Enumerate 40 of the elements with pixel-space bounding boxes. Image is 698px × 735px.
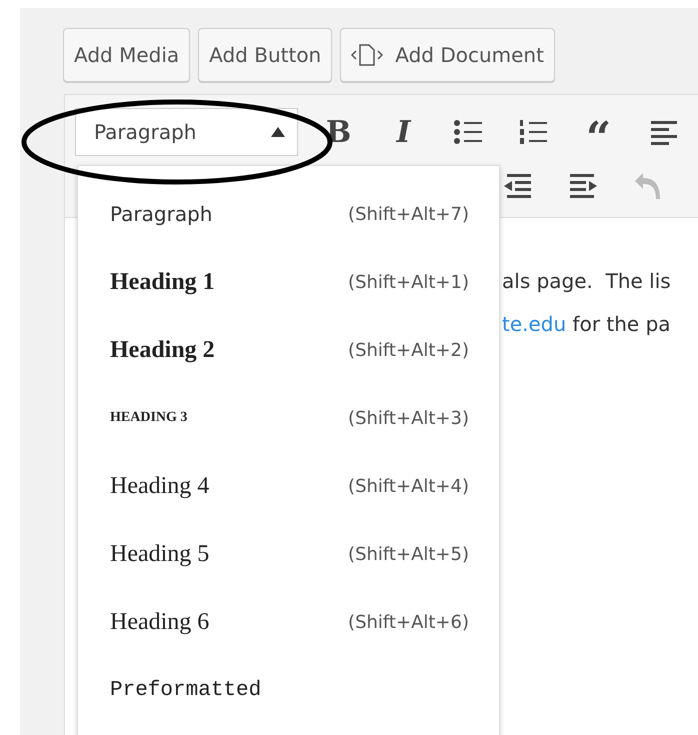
format-option[interactable]: Heading 4 (Shift+Alt+4) bbox=[78, 452, 499, 520]
outdent-icon bbox=[502, 173, 532, 199]
shortcut-hint: (Shift+Alt+7) bbox=[348, 204, 469, 224]
format-option[interactable]: Paragraph (Shift+Alt+7) bbox=[78, 180, 499, 248]
bullet-list-icon bbox=[454, 119, 484, 145]
option-label: Heading 5 bbox=[110, 540, 210, 568]
media-button[interactable]: Add Media bbox=[63, 28, 190, 82]
option-label: Preformatted bbox=[110, 678, 262, 702]
text-link[interactable]: te.edu bbox=[502, 312, 566, 336]
option-label: Heading 1 bbox=[110, 268, 215, 296]
format-option[interactable]: Preformatted bbox=[78, 656, 499, 724]
body-text: for the pa bbox=[572, 312, 671, 336]
caret-icon bbox=[271, 127, 285, 137]
indent-icon bbox=[568, 173, 598, 199]
option-label: Heading 6 bbox=[110, 608, 210, 636]
format-option[interactable]: Heading 6 (Shift+Alt+6) bbox=[78, 588, 499, 656]
media-button[interactable]: Add Button bbox=[198, 28, 332, 82]
option-label: Heading 2 bbox=[110, 336, 215, 364]
media-button[interactable]: Add Document bbox=[340, 28, 555, 82]
align-left-icon bbox=[648, 119, 678, 145]
shortcut-hint: (Shift+Alt+5) bbox=[348, 544, 469, 564]
shortcut-hint: (Shift+Alt+6) bbox=[348, 612, 469, 632]
italic-button[interactable]: I bbox=[371, 112, 436, 152]
shortcut-hint: (Shift+Alt+3) bbox=[348, 408, 469, 428]
body-text: als page. The lis bbox=[502, 269, 671, 293]
format-option[interactable]: Heading 1 (Shift+Alt+1) bbox=[78, 248, 499, 316]
quote-button[interactable]: “ bbox=[566, 112, 631, 152]
document-icon bbox=[351, 43, 384, 67]
format-option[interactable]: Heading 2 (Shift+Alt+2) bbox=[78, 316, 499, 384]
option-label: HEADING 3 bbox=[110, 410, 188, 426]
format-select[interactable]: Paragraph bbox=[75, 108, 298, 156]
format-option[interactable]: Heading 5 (Shift+Alt+5) bbox=[78, 520, 499, 588]
undo-icon bbox=[632, 171, 662, 201]
option-label: Heading 4 bbox=[110, 472, 210, 500]
format-option[interactable]: HEADING 3 (Shift+Alt+3) bbox=[78, 384, 499, 452]
shortcut-hint: (Shift+Alt+1) bbox=[348, 272, 469, 292]
shortcut-hint: (Shift+Alt+4) bbox=[348, 476, 469, 496]
option-label: Paragraph bbox=[110, 202, 212, 226]
numbered-list-icon bbox=[518, 119, 548, 145]
shortcut-hint: (Shift+Alt+2) bbox=[348, 340, 469, 360]
